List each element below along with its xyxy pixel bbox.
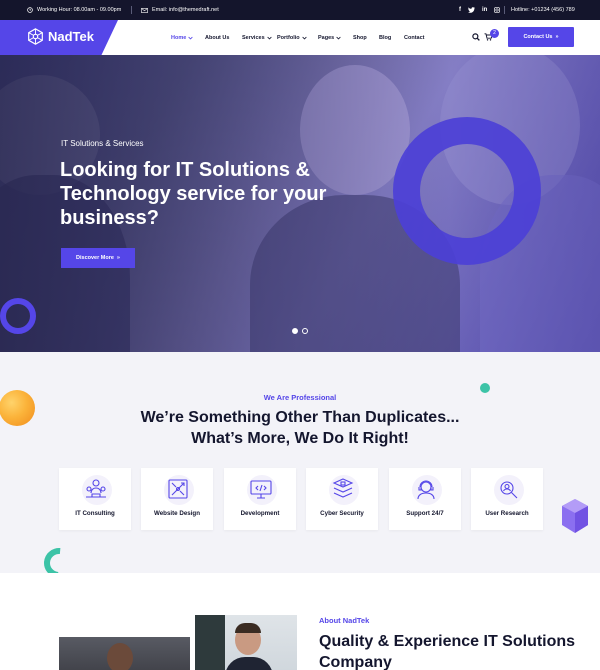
decorative-ring — [393, 117, 541, 265]
chevron-down-icon — [188, 36, 193, 40]
facebook-icon[interactable]: f — [459, 7, 461, 13]
slider-dot[interactable] — [302, 328, 308, 334]
hero-title: Looking for IT Solutions & Technology se… — [60, 159, 327, 229]
nav-about-label: About Us — [205, 34, 230, 41]
nav-shop[interactable]: Shop — [353, 35, 367, 41]
nav-home-label: Home — [171, 34, 187, 41]
chevron-down-icon — [301, 36, 307, 40]
chevron-down-icon — [266, 36, 272, 40]
service-card-cyber-security[interactable]: Cyber Security — [306, 468, 378, 530]
service-card-it-consulting[interactable]: IT Consulting — [59, 468, 131, 530]
decorative-cube — [562, 499, 588, 533]
hero-slider: IT Solutions & Services Looking for IT S… — [0, 55, 600, 352]
slider-pagination — [292, 328, 308, 334]
top-bar: Working Hour: 08.00am - 09.00pm Email: i… — [0, 0, 600, 20]
decorative-ring-small — [0, 298, 36, 334]
hero-subtitle: IT Solutions & Services — [61, 139, 144, 148]
chevron-down-icon — [336, 36, 341, 40]
service-label: User Research — [485, 510, 529, 517]
services-subtitle: We Are Professional — [263, 393, 337, 402]
nav-services-label: Services — [242, 34, 265, 41]
nav-contact-label: Contact — [404, 34, 425, 41]
about-title: Quality & Experience IT Solutions Compan… — [319, 633, 576, 670]
nav-about[interactable]: About Us — [205, 35, 229, 41]
social-links: f in — [459, 0, 501, 20]
about-subtitle: About NadTek — [319, 616, 370, 625]
services-title: We’re Something Other Than Duplicates...… — [0, 407, 600, 449]
services-title-line2: What’s More, We Do It Right! — [191, 430, 409, 447]
service-label: Website Design — [154, 510, 200, 517]
discover-more-button[interactable]: Discover More » — [61, 248, 135, 268]
service-label: Development — [240, 510, 280, 517]
design-icon — [168, 479, 188, 499]
service-card-development[interactable]: Development — [224, 468, 296, 530]
working-hour: Working Hour: 08.00am - 09.00pm — [27, 0, 121, 20]
email-info[interactable]: Email: info@themedraft.net — [141, 0, 219, 20]
nav-blog[interactable]: Blog — [379, 35, 391, 41]
service-card-user-research[interactable]: User Research — [471, 468, 543, 530]
about-section: About NadTek Quality & Experience IT Sol… — [0, 573, 600, 670]
linkedin-icon[interactable]: in — [482, 7, 487, 13]
nav-home[interactable]: Home — [171, 35, 193, 41]
search-icon[interactable] — [472, 33, 480, 41]
service-label: IT Consulting — [75, 510, 115, 517]
mail-icon — [141, 7, 148, 13]
support-icon — [417, 480, 435, 500]
logo-mark-icon — [28, 28, 43, 45]
nav-portfolio-label: Portfolio — [277, 34, 300, 41]
instagram-icon[interactable] — [494, 7, 501, 13]
main-header: NadTek Home About Us Services Portfolio … — [0, 20, 600, 55]
email-text[interactable]: Email: info@themedraft.net — [152, 7, 219, 13]
research-icon — [500, 481, 518, 499]
decorative-arc — [37, 541, 81, 573]
decorative-dot — [480, 383, 490, 393]
nav-blog-label: Blog — [379, 34, 392, 41]
double-chevron-right-icon: » — [555, 34, 559, 40]
nav-pages[interactable]: Pages — [318, 35, 341, 41]
nav-services[interactable]: Services — [242, 35, 272, 41]
services-title-line1: We’re Something Other Than Duplicates... — [140, 409, 460, 426]
contact-us-label: Contact Us — [523, 34, 553, 40]
hotline-text[interactable]: Hotline: +01234 (456) 789 — [511, 7, 575, 13]
clock-icon — [27, 7, 33, 13]
nav-portfolio[interactable]: Portfolio — [277, 35, 307, 41]
hotline[interactable]: Hotline: +01234 (456) 789 — [511, 0, 575, 20]
site-logo[interactable]: NadTek — [27, 28, 94, 45]
contact-us-button[interactable]: Contact Us » — [508, 27, 574, 47]
working-hour-text: Working Hour: 08.00am - 09.00pm — [37, 7, 122, 13]
consulting-icon — [86, 479, 106, 498]
nav-contact[interactable]: Contact — [404, 35, 424, 41]
double-chevron-right-icon: » — [116, 255, 120, 261]
services-section: We Are Professional We’re Something Othe… — [0, 352, 600, 573]
cart-count-badge: 2 — [490, 29, 499, 38]
discover-more-label: Discover More — [76, 255, 114, 261]
nav-pages-label: Pages — [318, 34, 335, 41]
service-card-website-design[interactable]: Website Design — [141, 468, 213, 530]
about-image-person — [195, 615, 297, 670]
service-card-support[interactable]: Support 24/7 — [389, 468, 461, 530]
twitter-icon[interactable] — [468, 7, 475, 13]
slider-dot[interactable] — [292, 328, 298, 334]
logo-text: NadTek — [48, 29, 94, 44]
about-image-team — [59, 637, 190, 670]
nav-shop-label: Shop — [353, 34, 367, 41]
service-label: Support 24/7 — [406, 510, 444, 517]
logo-block[interactable]: NadTek — [0, 20, 118, 55]
development-icon — [250, 480, 272, 499]
security-icon — [332, 478, 354, 498]
service-label: Cyber Security — [320, 510, 364, 517]
